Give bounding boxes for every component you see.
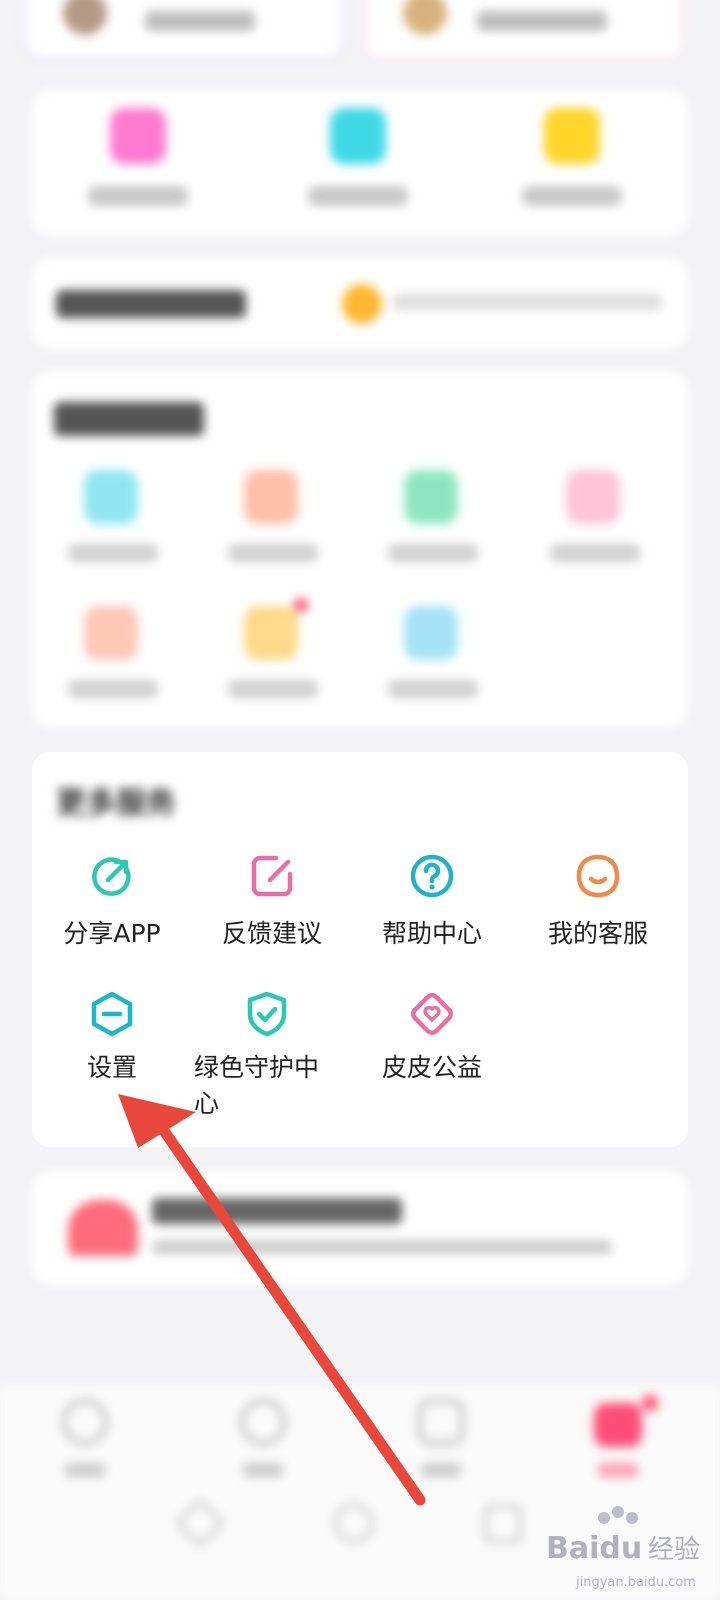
notification-dot	[642, 1395, 658, 1411]
avatar	[403, 0, 447, 35]
customer-service-smile-icon	[576, 854, 620, 898]
share-icon	[92, 857, 131, 896]
promo-image	[68, 1200, 138, 1256]
recents-icon[interactable]	[484, 1505, 522, 1543]
customer-service-item[interactable]: 我的客服	[528, 850, 668, 952]
function-icon[interactable]	[566, 470, 620, 524]
function-icon[interactable]	[404, 470, 458, 524]
function-icon[interactable]	[244, 470, 298, 524]
feedback-item[interactable]: 反馈建议	[208, 850, 336, 952]
home-button-icon[interactable]	[334, 1503, 374, 1543]
baidu-jingyan-watermark: Baidu 经验 jingyan.baidu.com	[546, 1506, 700, 1590]
more-services-card: 更多服务 分享APP 反馈建议 帮助中心 我的客服 设置 绿色守护中 心 皮皮公…	[32, 752, 688, 1147]
back-icon[interactable]	[174, 1497, 226, 1549]
avatar	[63, 0, 107, 35]
watermark-url: jingyan.baidu.com	[575, 1575, 696, 1590]
help-center-item[interactable]: 帮助中心	[368, 850, 496, 952]
charity-heart-icon	[411, 993, 453, 1035]
function-icon[interactable]	[244, 606, 298, 660]
quick-action-icon[interactable]	[544, 108, 600, 164]
pipi-charity-item[interactable]: 皮皮公益	[368, 988, 496, 1086]
charity-promo-card[interactable]	[32, 1172, 688, 1284]
section-title	[54, 402, 204, 436]
home-icon	[62, 1399, 108, 1445]
me-icon	[594, 1403, 642, 1447]
settings-hexagon-icon	[91, 991, 133, 1037]
quick-action-icon[interactable]	[110, 108, 166, 164]
settings-item[interactable]: 设置	[48, 988, 176, 1086]
top-user-cards	[24, 0, 696, 60]
shield-check-icon	[247, 991, 287, 1037]
share-app-item[interactable]: 分享APP	[48, 850, 176, 952]
promo-row[interactable]	[32, 258, 688, 348]
function-icon[interactable]	[84, 470, 138, 524]
quick-action-icon[interactable]	[330, 108, 386, 164]
green-guard-center-item[interactable]: 绿色守护中 心	[192, 988, 342, 1122]
section-title: 更多服务	[56, 786, 176, 821]
help-question-icon	[410, 854, 454, 898]
user-card-left[interactable]	[24, 0, 344, 60]
user-card-right[interactable]	[364, 0, 684, 60]
watermark-suffix: 经验	[648, 1535, 700, 1565]
feedback-edit-icon	[251, 855, 293, 897]
function-icon[interactable]	[404, 606, 458, 660]
notification-dot	[294, 598, 308, 612]
discover-icon	[240, 1399, 286, 1445]
common-functions-card	[32, 372, 688, 727]
quick-actions-card	[32, 90, 688, 235]
watermark-brand: Baidu	[546, 1531, 642, 1566]
function-icon[interactable]	[84, 606, 138, 660]
message-icon	[418, 1399, 464, 1445]
coin-icon	[342, 284, 382, 324]
